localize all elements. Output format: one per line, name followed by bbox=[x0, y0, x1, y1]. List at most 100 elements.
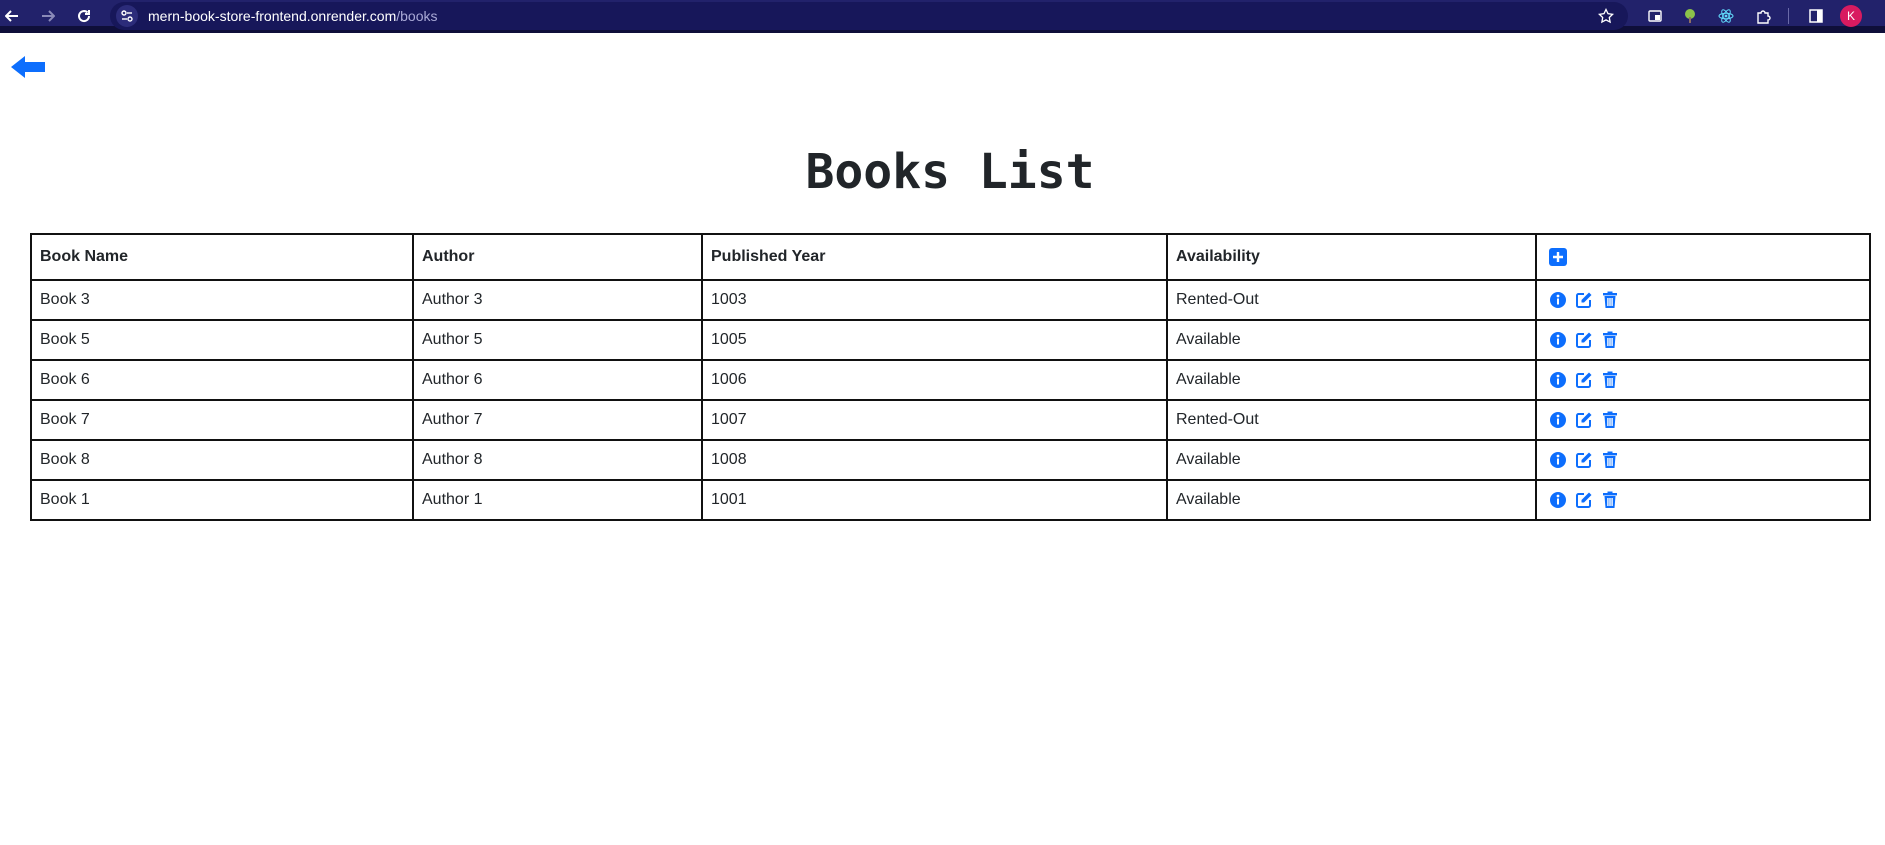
cell-availability: Available bbox=[1166, 319, 1537, 361]
edit-icon bbox=[1576, 372, 1592, 388]
book-edit-button[interactable] bbox=[1575, 411, 1593, 429]
table-header-row: Book Name Author Published Year Availabi… bbox=[30, 233, 1871, 281]
trash-icon bbox=[1603, 451, 1617, 468]
cell-availability: Available bbox=[1166, 479, 1537, 521]
edit-icon bbox=[1576, 412, 1592, 428]
site-settings-icon[interactable] bbox=[116, 5, 138, 27]
book-edit-button[interactable] bbox=[1575, 451, 1593, 469]
side-panel-icon[interactable] bbox=[1806, 6, 1826, 26]
edit-icon bbox=[1576, 452, 1592, 468]
book-delete-button[interactable] bbox=[1601, 331, 1619, 349]
address-bar[interactable]: mern-book-store-frontend.onrender.com/bo… bbox=[110, 2, 1628, 30]
url-host: mern-book-store-frontend.onrender.com bbox=[148, 8, 397, 24]
book-edit-button[interactable] bbox=[1575, 291, 1593, 309]
extension-react-icon[interactable] bbox=[1716, 6, 1736, 26]
cell-book-name: Book 5 bbox=[30, 319, 414, 361]
header-availability: Availability bbox=[1166, 233, 1537, 281]
cell-author: Author 6 bbox=[412, 359, 703, 401]
cell-author: Author 5 bbox=[412, 319, 703, 361]
cell-book-name: Book 8 bbox=[30, 439, 414, 481]
book-delete-button[interactable] bbox=[1601, 411, 1619, 429]
table-row: Book 5 Author 5 1005 Available bbox=[30, 319, 1871, 361]
cell-actions bbox=[1535, 399, 1871, 441]
table-row: Book 3 Author 3 1003 Rented-Out bbox=[30, 279, 1871, 321]
url-text: mern-book-store-frontend.onrender.com/bo… bbox=[148, 2, 437, 30]
cell-actions bbox=[1535, 479, 1871, 521]
info-circle-icon bbox=[1550, 372, 1566, 388]
trash-icon bbox=[1603, 371, 1617, 388]
page-title: Books List bbox=[805, 144, 1095, 200]
info-circle-icon bbox=[1550, 332, 1566, 348]
header-book-name: Book Name bbox=[30, 233, 414, 281]
header-author: Author bbox=[412, 233, 703, 281]
cell-actions bbox=[1535, 319, 1871, 361]
cell-published-year: 1003 bbox=[701, 279, 1168, 321]
edit-icon bbox=[1576, 332, 1592, 348]
trash-icon bbox=[1603, 491, 1617, 508]
info-circle-icon bbox=[1550, 412, 1566, 428]
arrow-left-icon bbox=[11, 56, 45, 78]
cell-published-year: 1006 bbox=[701, 359, 1168, 401]
book-delete-button[interactable] bbox=[1601, 491, 1619, 509]
cell-availability: Rented-Out bbox=[1166, 279, 1537, 321]
trash-icon bbox=[1603, 291, 1617, 308]
bookmark-star-icon[interactable] bbox=[1596, 6, 1616, 26]
table-row: Book 7 Author 7 1007 Rented-Out bbox=[30, 399, 1871, 441]
cell-availability: Rented-Out bbox=[1166, 399, 1537, 441]
cell-actions bbox=[1535, 359, 1871, 401]
cell-book-name: Book 1 bbox=[30, 479, 414, 521]
table-row: Book 1 Author 1 1001 Available bbox=[30, 479, 1871, 521]
books-table: Book Name Author Published Year Availabi… bbox=[30, 233, 1871, 521]
book-edit-button[interactable] bbox=[1575, 371, 1593, 389]
table-row: Book 8 Author 8 1008 Available bbox=[30, 439, 1871, 481]
cell-author: Author 3 bbox=[412, 279, 703, 321]
book-delete-button[interactable] bbox=[1601, 371, 1619, 389]
reload-icon bbox=[78, 10, 91, 23]
cell-author: Author 8 bbox=[412, 439, 703, 481]
book-delete-button[interactable] bbox=[1601, 291, 1619, 309]
cell-book-name: Book 7 bbox=[30, 399, 414, 441]
browser-toolbar: mern-book-store-frontend.onrender.com/bo… bbox=[0, 0, 1885, 33]
book-edit-button[interactable] bbox=[1575, 331, 1593, 349]
book-info-button[interactable] bbox=[1549, 331, 1567, 349]
header-actions bbox=[1535, 233, 1871, 281]
browser-reload-button[interactable] bbox=[72, 4, 96, 28]
cell-published-year: 1007 bbox=[701, 399, 1168, 441]
cell-book-name: Book 6 bbox=[30, 359, 414, 401]
cell-book-name: Book 3 bbox=[30, 279, 414, 321]
book-delete-button[interactable] bbox=[1601, 451, 1619, 469]
info-circle-icon bbox=[1550, 452, 1566, 468]
arrow-left-icon bbox=[5, 10, 18, 22]
extension-window-icon[interactable] bbox=[1645, 6, 1665, 26]
cell-published-year: 1005 bbox=[701, 319, 1168, 361]
cell-actions bbox=[1535, 439, 1871, 481]
info-circle-icon bbox=[1550, 292, 1566, 308]
add-book-button[interactable] bbox=[1549, 248, 1567, 266]
trash-icon bbox=[1603, 331, 1617, 348]
cell-author: Author 1 bbox=[412, 479, 703, 521]
extension-tree-icon[interactable] bbox=[1680, 6, 1700, 26]
book-info-button[interactable] bbox=[1549, 491, 1567, 509]
back-button[interactable] bbox=[8, 54, 48, 80]
browser-forward-button[interactable] bbox=[36, 4, 60, 28]
book-info-button[interactable] bbox=[1549, 291, 1567, 309]
trash-icon bbox=[1603, 411, 1617, 428]
arrow-right-icon bbox=[42, 10, 55, 22]
extensions-puzzle-icon[interactable] bbox=[1754, 6, 1774, 26]
edit-icon bbox=[1576, 292, 1592, 308]
book-info-button[interactable] bbox=[1549, 451, 1567, 469]
plus-square-icon bbox=[1549, 248, 1567, 266]
cell-availability: Available bbox=[1166, 439, 1537, 481]
cell-published-year: 1008 bbox=[701, 439, 1168, 481]
url-path: /books bbox=[396, 8, 438, 24]
book-edit-button[interactable] bbox=[1575, 491, 1593, 509]
info-circle-icon bbox=[1550, 492, 1566, 508]
profile-avatar[interactable]: K bbox=[1840, 5, 1862, 27]
browser-back-button[interactable] bbox=[0, 4, 24, 28]
cell-published-year: 1001 bbox=[701, 479, 1168, 521]
cell-author: Author 7 bbox=[412, 399, 703, 441]
book-info-button[interactable] bbox=[1549, 411, 1567, 429]
edit-icon bbox=[1576, 492, 1592, 508]
book-info-button[interactable] bbox=[1549, 371, 1567, 389]
header-published-year: Published Year bbox=[701, 233, 1168, 281]
